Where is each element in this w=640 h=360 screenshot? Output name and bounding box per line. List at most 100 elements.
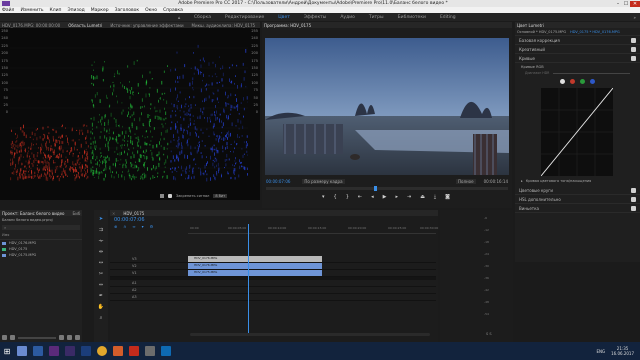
- hue-sat-row[interactable]: ▸ Кривая цветового тона/насыщения: [515, 176, 640, 186]
- zoom-tool-icon[interactable]: ⌕: [100, 315, 103, 321]
- add-marker-icon[interactable]: ▾: [142, 224, 144, 229]
- luma-channel-icon[interactable]: [560, 79, 565, 84]
- export-frame-icon[interactable]: ◙: [445, 194, 450, 200]
- add-marker-icon[interactable]: ▾: [322, 194, 325, 200]
- section-checkbox[interactable]: [631, 46, 636, 52]
- close-sequence-icon[interactable]: ✕: [112, 211, 115, 216]
- go-to-out-icon[interactable]: ⇥: [407, 194, 411, 200]
- step-forward-icon[interactable]: ▸: [395, 194, 398, 200]
- ripple-edit-tool-icon[interactable]: ⟛: [99, 238, 104, 244]
- hdr-range-slider[interactable]: [553, 72, 630, 74]
- workspace-menu-icon[interactable]: »: [634, 15, 636, 20]
- workspace-libraries[interactable]: Библиотеки: [398, 15, 426, 20]
- section-checkbox[interactable]: [631, 37, 636, 43]
- list-view-icon[interactable]: [2, 335, 7, 340]
- menu-help[interactable]: Справка: [163, 8, 183, 13]
- rgb-curve-graph[interactable]: [541, 88, 613, 176]
- monitor-scrub-bar[interactable]: [266, 186, 508, 191]
- track-select-tool-icon[interactable]: ⇉: [99, 227, 103, 233]
- program-monitor-title[interactable]: Программа: HDV_0175: [264, 23, 311, 28]
- timeline-playhead[interactable]: [248, 224, 249, 336]
- wrench-icon[interactable]: [160, 194, 164, 198]
- rate-stretch-tool-icon[interactable]: ↔: [99, 260, 103, 266]
- section-checkbox[interactable]: [631, 205, 636, 211]
- hsl-secondary-section[interactable]: HSL дополнительно: [515, 195, 640, 204]
- tab-lumetri-scopes[interactable]: Область Lumetri: [68, 23, 102, 28]
- new-bin-icon[interactable]: [59, 335, 64, 340]
- app-icon[interactable]: [145, 346, 155, 356]
- workspace-assembly[interactable]: Сборка: [194, 15, 211, 20]
- start-button-icon[interactable]: ⊞: [0, 347, 14, 356]
- timeline-settings-icon[interactable]: ⚙: [150, 224, 154, 229]
- home-icon[interactable]: ⌂: [178, 15, 188, 20]
- go-to-in-icon[interactable]: ⇤: [358, 194, 362, 200]
- basic-correction-section[interactable]: Базовая коррекция: [515, 36, 640, 45]
- file-explorer-icon[interactable]: [17, 346, 27, 356]
- new-item-icon[interactable]: [67, 335, 72, 340]
- clamp-checkbox[interactable]: [168, 194, 172, 198]
- lift-icon[interactable]: ⏏: [420, 194, 425, 200]
- razor-tool-icon[interactable]: ✂: [99, 271, 103, 277]
- sequence-title[interactable]: HDV_0175: [123, 211, 144, 216]
- linked-selection-icon[interactable]: ∞: [132, 224, 135, 229]
- premiere-icon[interactable]: [65, 346, 75, 356]
- libraries-tab[interactable]: Биб: [73, 211, 81, 216]
- timeline-scrollbar[interactable]: [190, 333, 430, 336]
- timeline-clip[interactable]: HDV_0176.MPG: [188, 263, 322, 269]
- monitor-playhead[interactable]: [374, 186, 377, 191]
- zoom-slider[interactable]: [18, 336, 56, 339]
- menu-clip[interactable]: Клип: [50, 8, 62, 13]
- expand-arrow-icon[interactable]: ▸: [521, 179, 523, 183]
- menu-title[interactable]: Заголовок: [115, 8, 140, 13]
- list-item[interactable]: HDV_0175.MPG: [0, 252, 82, 258]
- after-effects-icon[interactable]: [49, 346, 59, 356]
- fit-select[interactable]: По размеру кадра: [302, 178, 345, 184]
- workspace-effects[interactable]: Эффекты: [304, 15, 327, 20]
- track-label[interactable]: V1: [110, 271, 186, 275]
- master-clip-label[interactable]: Основной * HDV_0175.MPG: [517, 30, 566, 34]
- vignette-section[interactable]: Виньетка: [515, 204, 640, 213]
- blue-channel-icon[interactable]: [590, 79, 595, 84]
- track-label[interactable]: V2: [110, 264, 186, 268]
- workspace-color[interactable]: Цвет: [278, 15, 290, 20]
- section-checkbox[interactable]: [631, 196, 636, 202]
- time-ruler[interactable]: 00:00 00:00:05:00 00:00:10:00 00:00:15:0…: [188, 224, 438, 234]
- play-icon[interactable]: ▶: [383, 194, 387, 200]
- section-checkbox[interactable]: [631, 187, 636, 193]
- slip-tool-icon[interactable]: ⇔: [99, 282, 103, 288]
- red-channel-icon[interactable]: [570, 79, 575, 84]
- lumetri-title[interactable]: Цвет Lumetri: [517, 23, 544, 28]
- menu-sequence[interactable]: Эпизод: [67, 8, 84, 13]
- solo-buttons[interactable]: S S: [486, 332, 492, 336]
- menu-window[interactable]: Окно: [145, 8, 157, 13]
- bit-depth-select[interactable]: 8 бит: [213, 194, 228, 198]
- app-icon[interactable]: [161, 346, 171, 356]
- track-label[interactable]: A3: [110, 295, 186, 299]
- insert-sequence-icon[interactable]: ⊕: [114, 224, 117, 229]
- language-indicator[interactable]: ENG: [596, 349, 605, 354]
- section-checkbox[interactable]: [631, 55, 636, 61]
- selection-tool-icon[interactable]: ➤: [99, 216, 103, 222]
- word-icon[interactable]: [33, 346, 43, 356]
- step-back-icon[interactable]: ◂: [371, 194, 374, 200]
- workspace-editing-en[interactable]: Editing: [440, 15, 456, 20]
- snap-icon[interactable]: ∩: [123, 224, 126, 229]
- mark-out-icon[interactable]: }: [346, 194, 349, 200]
- timeline-clip[interactable]: HDV_0175.MPG: [188, 270, 322, 276]
- chrome-icon[interactable]: [97, 346, 107, 356]
- track-label[interactable]: A2: [110, 288, 186, 292]
- quality-select[interactable]: Полное: [456, 178, 476, 184]
- curves-section[interactable]: Кривые: [515, 54, 640, 63]
- track-label[interactable]: A1: [110, 281, 186, 285]
- timeline-timecode[interactable]: 00:00:07:06: [110, 216, 438, 224]
- menu-edit[interactable]: Изменить: [20, 8, 43, 13]
- pen-tool-icon[interactable]: ✒: [99, 293, 103, 299]
- menu-marker[interactable]: Маркер: [91, 8, 109, 13]
- app-icon[interactable]: [113, 346, 123, 356]
- timeline-clip[interactable]: HDV_0176.MPG: [188, 256, 322, 262]
- minimize-button[interactable]: –: [614, 1, 622, 7]
- active-clip-label[interactable]: HDV_0175 * HDV_0176.MPG: [570, 30, 620, 34]
- workspace-editing[interactable]: Редактирование: [225, 15, 264, 20]
- rgb-curves-label[interactable]: Кривые RGB: [515, 63, 640, 71]
- creative-section[interactable]: Креативный: [515, 45, 640, 54]
